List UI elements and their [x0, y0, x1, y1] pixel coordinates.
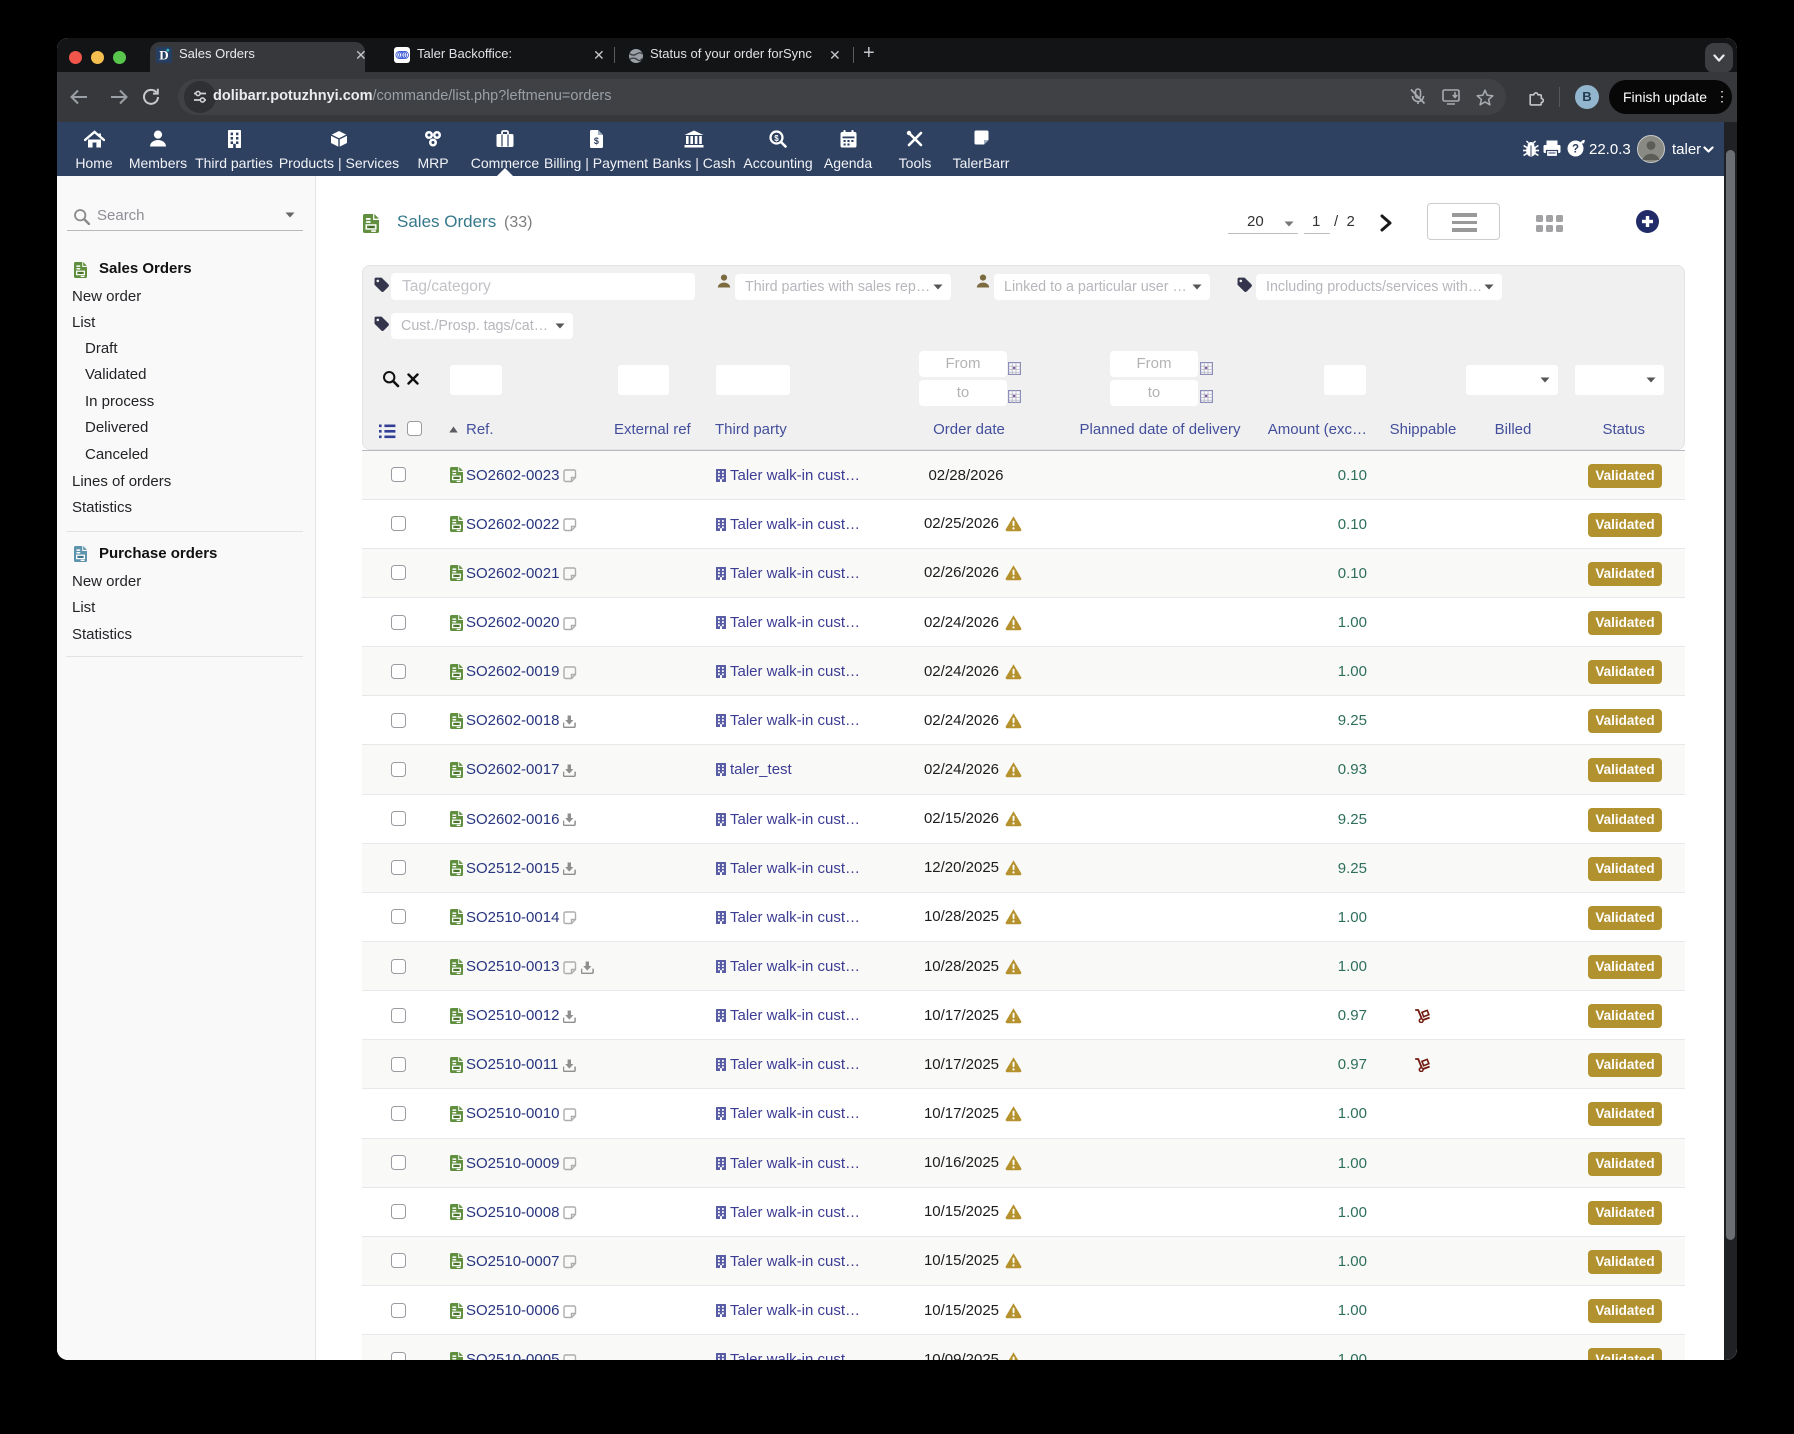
svg-text:?: ?	[1572, 144, 1579, 156]
svg-text:$: $	[593, 136, 598, 146]
